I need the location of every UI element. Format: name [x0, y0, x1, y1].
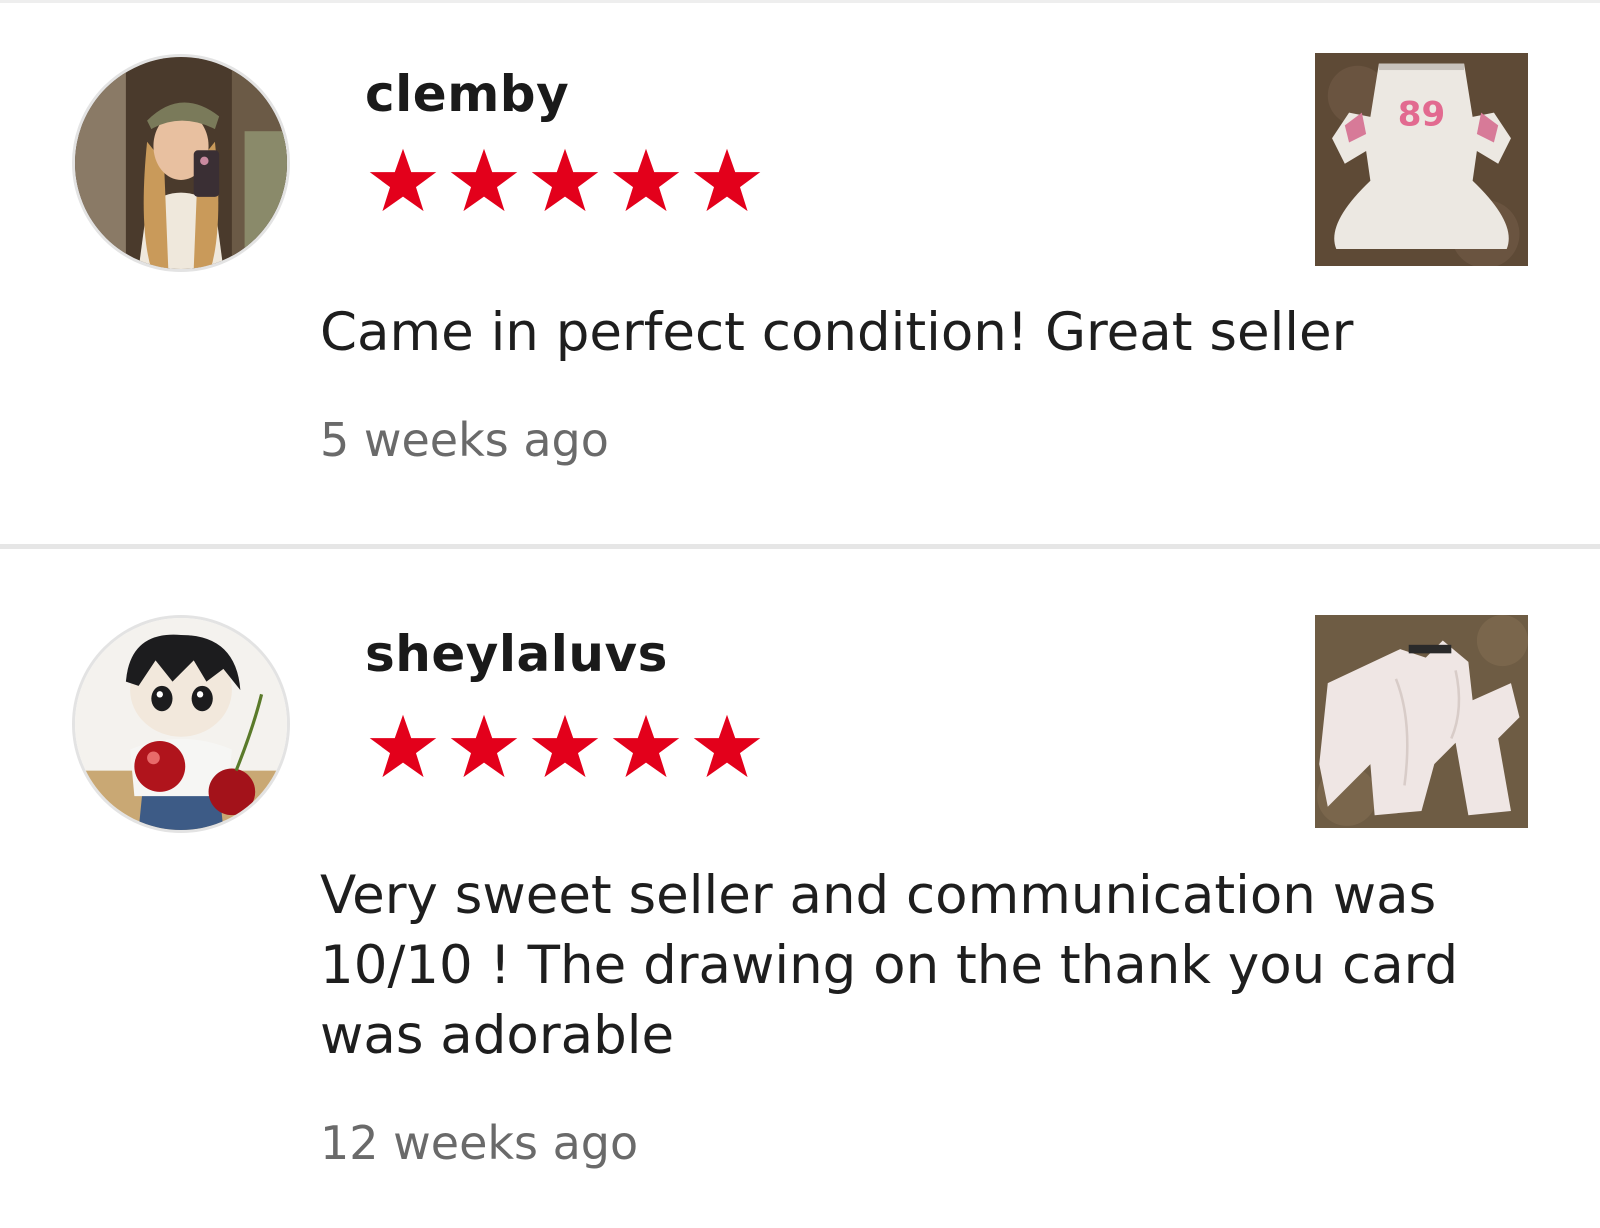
star-icon	[531, 148, 599, 212]
svg-text:89: 89	[1398, 94, 1445, 134]
white-top-photo-icon: 89	[1315, 53, 1528, 266]
review-comment: Very sweet seller and communication was …	[320, 865, 1459, 1066]
review-card: sheylaluvs Very sweet seller and communi…	[0, 549, 1600, 1228]
reviewer-avatar[interactable]	[72, 54, 290, 272]
reviewer-avatar[interactable]	[72, 615, 290, 833]
star-icon	[612, 714, 680, 778]
review-card: clemby 89 Came in perfect condition! Gre…	[0, 0, 1600, 544]
reviewer-username[interactable]: clemby	[365, 64, 569, 124]
star-icon	[693, 714, 761, 778]
star-rating	[365, 710, 765, 786]
star-rating	[365, 144, 765, 220]
star-icon	[369, 148, 437, 212]
review-comment: Came in perfect condition! Great seller	[320, 302, 1354, 363]
avatar-selfie-image	[75, 57, 287, 269]
reviewer-username[interactable]: sheylaluvs	[365, 624, 668, 684]
white-pants-photo-icon	[1315, 615, 1528, 828]
star-icon	[369, 714, 437, 778]
item-thumbnail[interactable]	[1315, 615, 1528, 828]
review-timestamp: 5 weeks ago	[320, 413, 609, 467]
star-icon	[612, 148, 680, 212]
review-timestamp: 12 weeks ago	[320, 1116, 639, 1170]
star-icon	[693, 148, 761, 212]
star-icon	[450, 148, 518, 212]
star-icon	[531, 714, 599, 778]
star-icon	[450, 714, 518, 778]
item-thumbnail[interactable]: 89	[1315, 53, 1528, 266]
avatar-figurine-image	[75, 618, 287, 830]
